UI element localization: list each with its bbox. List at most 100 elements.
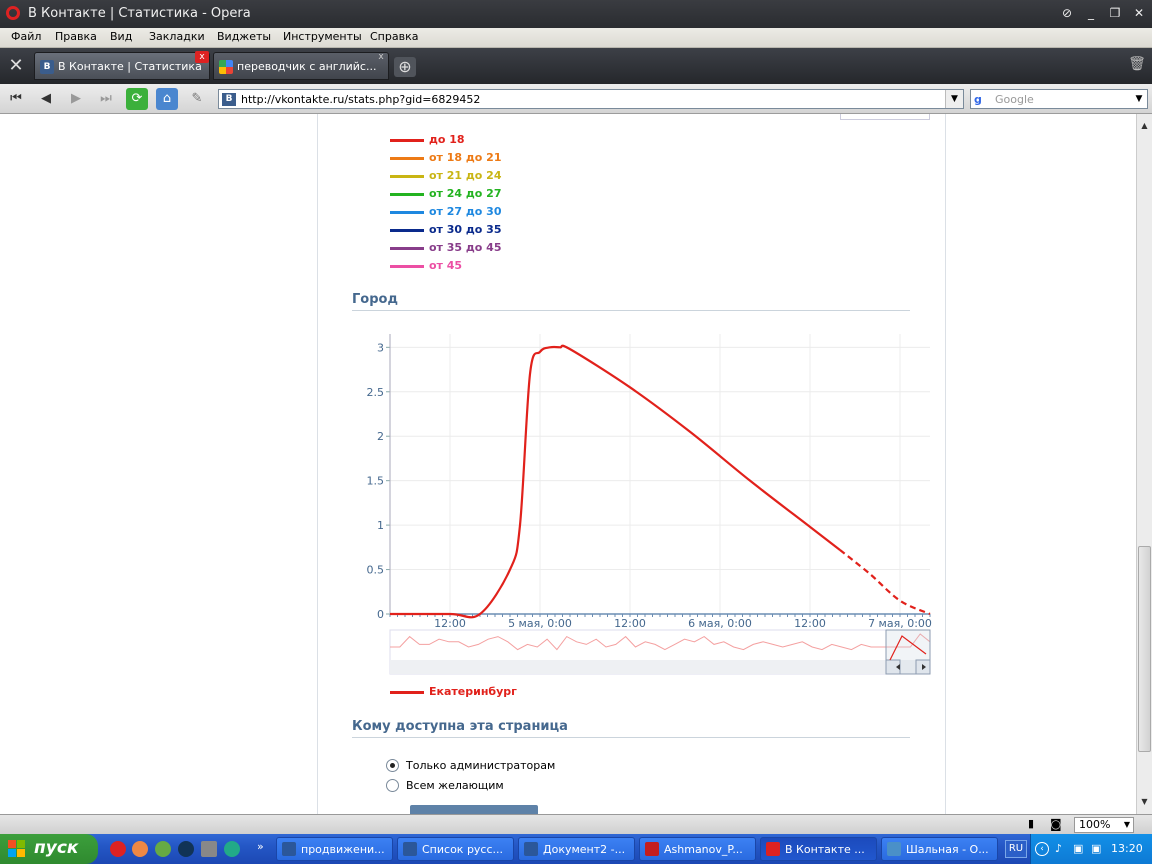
app2-quicklaunch-icon[interactable] — [178, 841, 194, 857]
browser-quicklaunch-icon[interactable] — [132, 841, 148, 857]
network-icon[interactable]: ▣ — [1073, 842, 1087, 856]
start-button[interactable]: пуск — [0, 834, 98, 864]
taskbar-button[interactable]: Документ2 -... — [518, 837, 635, 861]
speaker-icon[interactable]: ♪ — [1055, 842, 1069, 856]
menu-bookmarks[interactable]: Закладки — [149, 30, 205, 43]
fast-forward-button[interactable]: ⏭ — [95, 88, 117, 110]
vertical-scrollbar[interactable]: ▲ ▼ — [1136, 114, 1152, 814]
legend-label: от 30 до 35 — [429, 223, 502, 236]
maximize-button[interactable]: ❐ — [1106, 5, 1124, 21]
menu-widgets[interactable]: Виджеты — [217, 30, 271, 43]
zoom-dropdown-icon[interactable]: ▼ — [1124, 818, 1130, 832]
taskbar-button[interactable]: Ashmanov_P... — [639, 837, 756, 861]
scroll-down-icon[interactable]: ▼ — [1137, 794, 1152, 810]
menu-view[interactable]: Вид — [110, 30, 132, 43]
tab-bar: ✕ B В Контакте | Статистика x переводчик… — [0, 48, 1152, 84]
x-tick-label: 6 мая, 0:00 — [688, 617, 752, 630]
vk-favicon-icon: B — [222, 93, 236, 106]
home-button[interactable]: ⌂ — [156, 88, 178, 110]
trash-icon[interactable]: 🗑 — [1128, 56, 1146, 76]
tray-expand-icon[interactable]: ‹ — [1035, 842, 1049, 856]
radio-everyone[interactable] — [386, 779, 399, 792]
close-tab-icon[interactable]: x — [374, 51, 388, 63]
search-field[interactable]: g Google ▼ — [970, 89, 1148, 109]
forward-button[interactable]: ▶ — [65, 88, 87, 110]
windows-flag-icon — [8, 840, 25, 857]
back-button[interactable]: ◀ — [35, 88, 57, 110]
word-icon — [524, 842, 538, 856]
edit-pen-icon[interactable]: ✎ — [186, 88, 208, 110]
menu-bar: Файл Правка Вид Закладки Виджеты Инструм… — [0, 28, 1152, 48]
tab-translator[interactable]: переводчик с английс... x — [213, 52, 389, 80]
legend-swatch — [390, 229, 424, 232]
radio-label-admins: Только администраторам — [406, 759, 556, 772]
x-tick-label: 12:00 — [614, 617, 646, 630]
language-indicator[interactable]: RU — [1005, 840, 1027, 858]
window-special-icon[interactable]: ⊘ — [1058, 5, 1076, 21]
minimize-button[interactable]: _ — [1082, 5, 1100, 21]
save-button[interactable] — [410, 805, 538, 814]
scroll-up-icon[interactable]: ▲ — [1137, 118, 1152, 134]
menu-help[interactable]: Справка — [370, 30, 418, 43]
menu-tools[interactable]: Инструменты — [283, 30, 362, 43]
chart-background — [352, 326, 934, 614]
address-field[interactable]: B http://vkontakte.ru/stats.php?gid=6829… — [218, 89, 964, 109]
zoom-value: 100% — [1079, 818, 1111, 831]
menu-edit[interactable]: Правка — [55, 30, 97, 43]
vk-favicon-icon: B — [40, 60, 54, 74]
acrobat-icon — [645, 842, 659, 856]
tools-panel-icon[interactable]: ✕ — [4, 54, 28, 78]
taskbar-button[interactable]: продвижени... — [276, 837, 393, 861]
legend-swatch — [390, 139, 424, 142]
show-more-icon[interactable]: » — [257, 840, 264, 853]
taskbar-button[interactable]: Шальная - О... — [881, 837, 998, 861]
tab-vkontakte-stats[interactable]: B В Контакте | Статистика x — [34, 51, 210, 80]
taskbar-button[interactable]: Список русс... — [397, 837, 514, 861]
rewind-button[interactable]: ⏮ — [5, 88, 27, 110]
reload-button[interactable]: ⟳ — [126, 88, 148, 110]
taskbar-button-label: продвижени... — [301, 843, 385, 856]
y-tick-label: 0.5 — [367, 564, 385, 577]
taskbar-button[interactable]: В Контакте ... — [760, 837, 877, 861]
app3-quicklaunch-icon[interactable] — [201, 841, 217, 857]
opera-icon — [766, 842, 780, 856]
app-quicklaunch-icon[interactable] — [155, 841, 171, 857]
radio-label-everyone: Всем желающим — [406, 779, 504, 792]
scroll-thumb[interactable] — [1138, 546, 1151, 752]
word-icon — [403, 842, 417, 856]
y-tick-label: 3 — [377, 341, 384, 354]
url-text[interactable]: http://vkontakte.ru/stats.php?gid=682945… — [241, 93, 480, 106]
window-title: В Контакте | Статистика - Opera — [28, 6, 251, 21]
page-viewport: до 18 от 18 до 21 от 21 до 24 от 24 до 27 от… — [0, 114, 1136, 814]
panel-toggle-icon[interactable]: ▮ — [1028, 817, 1044, 833]
close-tab-icon[interactable]: x — [195, 51, 209, 63]
opera-quicklaunch-icon[interactable] — [110, 841, 126, 857]
address-dropdown-icon[interactable]: ▼ — [945, 90, 963, 108]
legend-swatch — [390, 175, 424, 178]
start-label: пуск — [34, 838, 79, 858]
section-heading-city: Город — [352, 292, 910, 311]
legend-label: от 24 до 27 — [429, 187, 502, 200]
window-titlebar: В Контакте | Статистика - Opera ⊘ _ ❐ ✕ — [0, 0, 1152, 28]
y-tick-label: 0 — [377, 608, 384, 621]
zoom-select[interactable]: 100% ▼ — [1074, 817, 1134, 833]
legend-swatch — [390, 193, 424, 196]
menu-file[interactable]: Файл — [11, 30, 41, 43]
tab-label: переводчик с английс... — [237, 60, 377, 73]
x-tick-label: 7 мая, 0:00 — [868, 617, 932, 630]
previous-chart-nav-remnant — [840, 114, 930, 120]
network2-icon[interactable]: ▣ — [1091, 842, 1105, 856]
legend-swatch — [390, 157, 424, 160]
ie-quicklaunch-icon[interactable] — [224, 841, 240, 857]
new-tab-button[interactable]: ⊕ — [394, 57, 416, 77]
content-right-border — [945, 114, 946, 814]
radio-admins-only[interactable] — [386, 759, 399, 772]
camera-icon[interactable]: ◙ — [1050, 817, 1066, 833]
legend-label: от 35 до 45 — [429, 241, 502, 254]
navigation-bar: ⏮ ◀ ▶ ⏭ ⟳ ⌂ ✎ B http://vkontakte.ru/stat… — [0, 84, 1152, 114]
x-tick-label: 5 мая, 0:00 — [508, 617, 572, 630]
radio-selected-dot — [390, 763, 395, 768]
clock: 13:20 — [1111, 842, 1143, 855]
close-window-button[interactable]: ✕ — [1130, 5, 1148, 21]
search-dropdown-icon[interactable]: ▼ — [1131, 90, 1147, 108]
